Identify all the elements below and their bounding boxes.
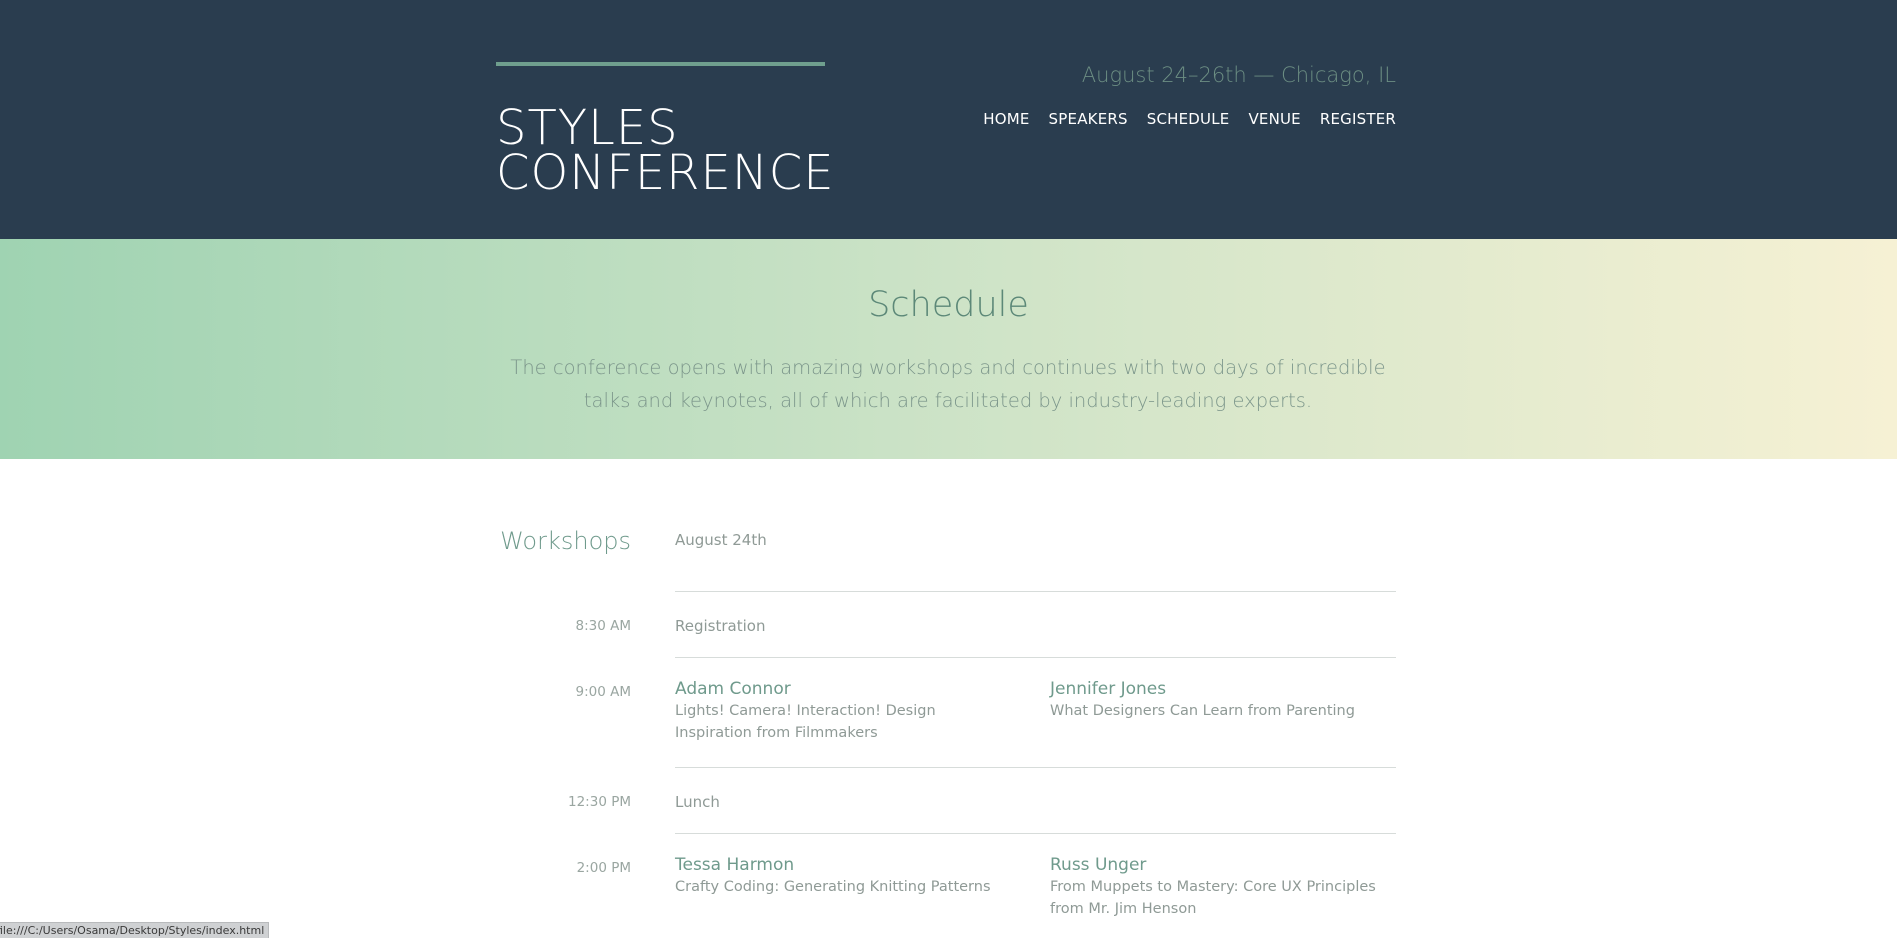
- talk-title: Lights! Camera! Interaction! Design Insp…: [675, 703, 936, 741]
- row-label: Registration: [675, 617, 766, 635]
- nav-speakers[interactable]: SPEAKERS: [1049, 109, 1128, 129]
- talk-item: Russ Unger From Muppets to Mastery: Core…: [1050, 854, 1390, 920]
- row-divider: [675, 767, 1396, 768]
- page-title: Schedule: [868, 285, 1029, 325]
- hero-banner: Schedule The conference opens with amazi…: [0, 239, 1897, 459]
- talk-title: What Designers Can Learn from Parenting: [1050, 703, 1355, 719]
- logo-text[interactable]: STYLES CONFERENCE: [496, 104, 834, 197]
- page-intro: The conference opens with amazing worksh…: [510, 356, 1386, 412]
- nav-home[interactable]: HOME: [983, 109, 1029, 129]
- workshops-header: Workshops August 24th: [496, 527, 1396, 592]
- site-header: STYLES CONFERENCE August 24–26th — Chica…: [0, 0, 1897, 239]
- section-title: Workshops: [500, 527, 631, 555]
- row-divider: [675, 833, 1396, 834]
- speaker-name[interactable]: Russ Unger: [1050, 854, 1390, 876]
- nav-venue[interactable]: VENUE: [1248, 109, 1300, 129]
- row-divider: [675, 657, 1396, 658]
- talk-item: Adam Connor Lights! Camera! Interaction!…: [675, 678, 1015, 744]
- row-label: Lunch: [675, 793, 720, 811]
- talk-item: Tessa Harmon Crafty Coding: Generating K…: [675, 854, 1015, 898]
- speaker-name[interactable]: Jennifer Jones: [1050, 678, 1390, 700]
- logo[interactable]: STYLES CONFERENCE: [496, 62, 834, 197]
- nav-schedule[interactable]: SCHEDULE: [1147, 109, 1230, 129]
- schedule-row-registration: 8:30 AM Registration: [496, 591, 1396, 657]
- speaker-name[interactable]: Adam Connor: [675, 678, 1015, 700]
- row-time: 2:00 PM: [576, 860, 631, 876]
- browser-status-bar: file:///C:/Users/Osama/Desktop/Styles/in…: [0, 922, 270, 938]
- row-divider: [675, 591, 1396, 592]
- talk-title: Crafty Coding: Generating Knitting Patte…: [675, 879, 991, 895]
- talk-title: From Muppets to Mastery: Core UX Princip…: [1050, 879, 1376, 917]
- schedule-row-lunch: 12:30 PM Lunch: [496, 767, 1396, 833]
- schedule-row-talks: 2:00 PM Tessa Harmon Crafty Coding: Gene…: [496, 833, 1396, 943]
- event-dates-location: August 24–26th — Chicago, IL: [1081, 63, 1396, 87]
- schedule-row-talks: 9:00 AM Adam Connor Lights! Camera! Inte…: [496, 657, 1396, 767]
- section-date: August 24th: [675, 531, 767, 549]
- nav-register[interactable]: REGISTER: [1320, 109, 1396, 129]
- row-time: 12:30 PM: [568, 794, 631, 810]
- row-time: 9:00 AM: [575, 684, 632, 700]
- main-nav: HOME SPEAKERS SCHEDULE VENUE REGISTER: [983, 109, 1396, 129]
- row-time: 8:30 AM: [575, 618, 632, 634]
- speaker-name[interactable]: Tessa Harmon: [675, 854, 1015, 876]
- talk-item: Jennifer Jones What Designers Can Learn …: [1050, 678, 1390, 722]
